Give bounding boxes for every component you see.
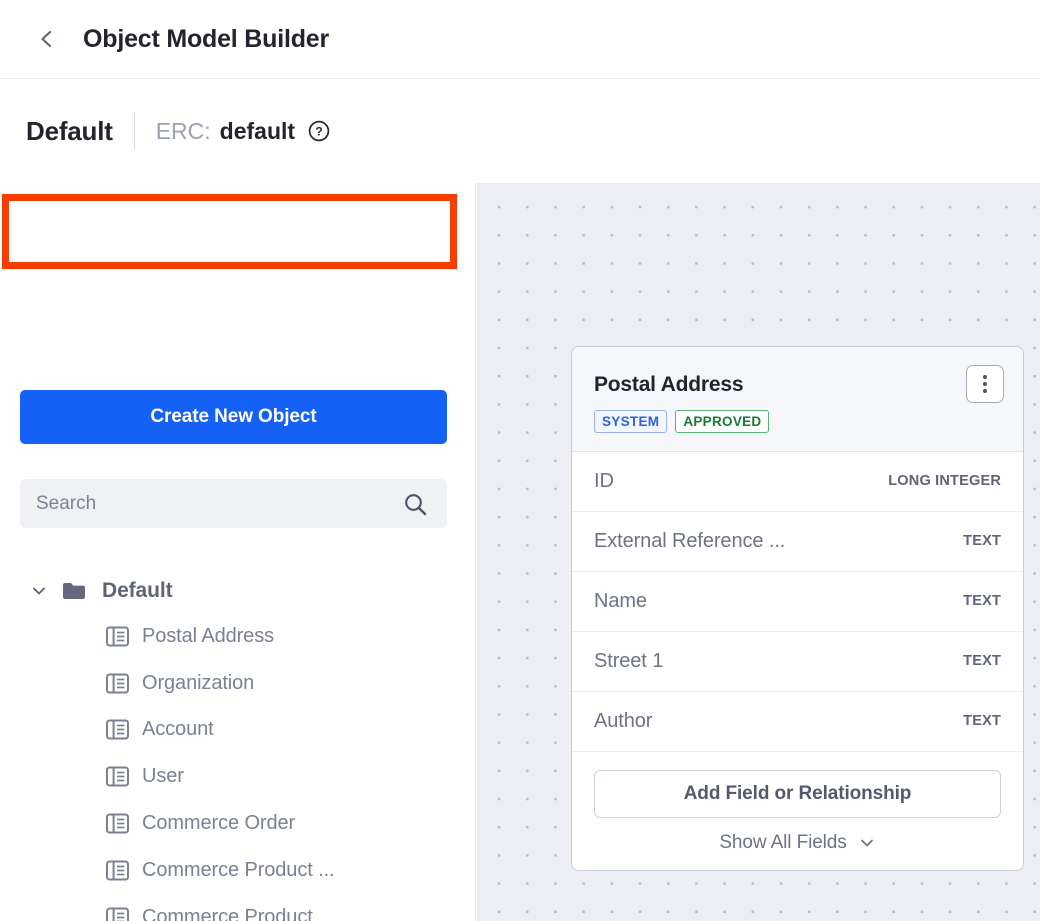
object-icon bbox=[106, 673, 129, 694]
kebab-dot bbox=[983, 389, 987, 393]
tree-item-label: Organization bbox=[142, 671, 255, 694]
field-type: TEXT bbox=[963, 533, 1001, 549]
tree-item-label: Commerce Product bbox=[142, 905, 313, 921]
kebab-dot bbox=[983, 375, 987, 379]
object-field-row[interactable]: Name TEXT bbox=[572, 571, 1023, 632]
object-icon bbox=[106, 907, 129, 921]
erc-value: default bbox=[219, 117, 296, 144]
erc-label: ERC: bbox=[155, 117, 211, 144]
back-button[interactable] bbox=[30, 22, 64, 56]
object-field-row[interactable]: External Reference ... TEXT bbox=[572, 511, 1023, 572]
scope-label: Default bbox=[26, 115, 113, 146]
create-new-object-button[interactable]: Create New Object bbox=[20, 390, 447, 444]
add-field-or-relationship-button[interactable]: Add Field or Relationship bbox=[594, 769, 1001, 818]
object-field-row[interactable]: Street 1 TEXT bbox=[572, 631, 1023, 692]
status-badge-system: SYSTEM bbox=[594, 410, 668, 433]
object-card-postal-address: Postal Address SYSTEM APPROVED ID LONG IN… bbox=[571, 346, 1024, 871]
object-icon bbox=[106, 860, 129, 881]
tree-item[interactable]: Postal Address bbox=[0, 613, 475, 660]
chevron-down-icon bbox=[858, 834, 876, 852]
object-tree: Default Postal Address Organization Acco… bbox=[0, 569, 475, 921]
tree-item-label: Account bbox=[142, 718, 214, 741]
kebab-dot bbox=[983, 382, 987, 386]
search-box[interactable] bbox=[20, 479, 447, 528]
tree-item-label: Commerce Product ... bbox=[142, 858, 335, 881]
chevron-left-icon bbox=[41, 30, 52, 48]
top-bar: Object Model Builder bbox=[0, 0, 1040, 79]
field-name: Author bbox=[594, 709, 653, 732]
field-type: LONG INTEGER bbox=[888, 473, 1001, 489]
model-canvas[interactable]: Postal Address SYSTEM APPROVED ID LONG IN… bbox=[477, 183, 1040, 921]
tree-item[interactable]: Commerce Order bbox=[0, 800, 475, 847]
field-name: Name bbox=[594, 589, 647, 612]
object-icon bbox=[106, 719, 129, 740]
object-field-row[interactable]: Author TEXT bbox=[572, 691, 1023, 752]
folder-icon bbox=[62, 581, 86, 601]
search-input[interactable] bbox=[36, 492, 401, 515]
chevron-down-icon[interactable] bbox=[30, 582, 48, 600]
header-divider bbox=[133, 112, 135, 150]
tree-item-label: Commerce Order bbox=[142, 812, 296, 835]
field-name: Street 1 bbox=[594, 649, 664, 672]
object-field-row[interactable]: ID LONG INTEGER bbox=[572, 451, 1023, 512]
object-card-footer: Add Field or Relationship Show All Field… bbox=[572, 751, 1023, 870]
tree-item-label: User bbox=[142, 765, 184, 788]
object-card-title: Postal Address bbox=[594, 373, 744, 396]
tree-item[interactable]: Organization bbox=[0, 660, 475, 707]
show-all-fields-toggle[interactable]: Show All Fields bbox=[594, 832, 1001, 856]
field-name: External Reference ... bbox=[594, 529, 786, 552]
page-title: Object Model Builder bbox=[83, 24, 330, 53]
field-type: TEXT bbox=[963, 653, 1001, 669]
tree-item[interactable]: Commerce Product bbox=[0, 894, 475, 921]
tree-folder-default[interactable]: Default bbox=[0, 569, 475, 613]
search-icon[interactable] bbox=[401, 490, 429, 518]
kebab-menu-icon[interactable] bbox=[966, 365, 1004, 403]
object-card-header: Postal Address SYSTEM APPROVED bbox=[572, 347, 1023, 452]
tree-item[interactable]: User bbox=[0, 753, 475, 800]
status-badge-approved: APPROVED bbox=[675, 410, 770, 433]
tree-item[interactable]: Commerce Product ... bbox=[0, 847, 475, 894]
object-icon bbox=[106, 626, 129, 647]
svg-text:?: ? bbox=[315, 125, 322, 139]
object-card-badges: SYSTEM APPROVED bbox=[594, 410, 1001, 433]
tree-item-label: Postal Address bbox=[142, 624, 275, 647]
field-name: ID bbox=[594, 469, 614, 492]
show-all-fields-label: Show All Fields bbox=[719, 831, 847, 853]
object-model-builder-app: Object Model Builder Default ERC: defaul… bbox=[0, 0, 1040, 921]
tree-folder-label: Default bbox=[102, 579, 173, 602]
object-icon bbox=[106, 813, 129, 834]
field-type: TEXT bbox=[963, 593, 1001, 609]
object-icon bbox=[106, 766, 129, 787]
create-button-highlight bbox=[2, 194, 457, 269]
field-type: TEXT bbox=[963, 713, 1001, 729]
tree-item[interactable]: Account bbox=[0, 707, 475, 754]
object-field-list: ID LONG INTEGER External Reference ... TEXT… bbox=[572, 451, 1023, 752]
sidebar: Create New Object Search Default Postal … bbox=[0, 183, 476, 921]
sub-header: Default ERC: default ? bbox=[0, 79, 1040, 183]
question-circle-icon[interactable]: ? bbox=[307, 119, 331, 143]
